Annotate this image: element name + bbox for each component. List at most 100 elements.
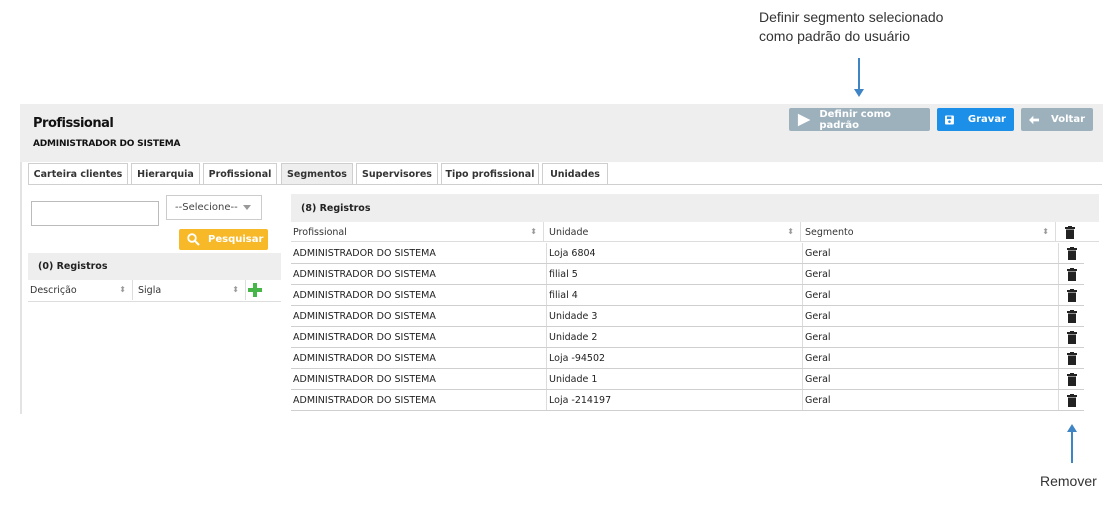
cell-unidade: filial 4	[547, 285, 803, 305]
save-label: Gravar	[967, 114, 1006, 125]
cell-profissional: ADMINISTRADOR DO SISTEMA	[291, 306, 547, 326]
cell-text: Loja 6804	[549, 247, 596, 259]
cell-text: Geral	[805, 352, 831, 364]
right-table-header: Profissional ⬍ Unidade ⬍ Segmento ⬍	[291, 222, 1099, 242]
remove-all-button[interactable]	[1058, 222, 1082, 242]
filter-select[interactable]: --Selecione--	[166, 195, 262, 220]
add-button[interactable]	[248, 283, 262, 297]
callout-remove-text: Remover	[1040, 473, 1097, 489]
cell-segmento: Geral	[803, 390, 1059, 410]
remove-row-button[interactable]	[1059, 285, 1084, 305]
sort-icon: ⬍	[530, 227, 537, 236]
trash-icon	[1066, 393, 1077, 407]
cell-unidade: Unidade 2	[547, 327, 803, 347]
cell-text: Geral	[805, 331, 831, 343]
remove-row-button[interactable]	[1059, 243, 1084, 263]
cell-text: Geral	[805, 310, 831, 322]
tab-label: Profissional	[208, 169, 272, 180]
cell-unidade: Loja -94502	[547, 348, 803, 368]
cell-text: Loja -214197	[549, 394, 612, 406]
column-header-descricao[interactable]: Descrição ⬍	[28, 280, 133, 300]
callout-arrow-down-head	[854, 89, 864, 97]
back-button[interactable]: Voltar	[1021, 108, 1093, 131]
callout-line-1: Definir segmento selecionado	[759, 9, 944, 25]
table-row[interactable]: ADMINISTRADOR DO SISTEMA filial 5 Geral	[291, 264, 1084, 285]
trash-icon	[1066, 267, 1077, 281]
tab-segmentos[interactable]: Segmentos	[281, 163, 353, 185]
table-row[interactable]: ADMINISTRADOR DO SISTEMA Loja -94502 Geral	[291, 348, 1084, 369]
tab-hierarquia[interactable]: Hierarquia	[131, 163, 200, 185]
cell-text: filial 5	[549, 268, 578, 280]
tab-divider	[28, 184, 1102, 185]
remove-row-button[interactable]	[1059, 264, 1084, 284]
tab-carteira-clientes[interactable]: Carteira clientes	[28, 163, 128, 185]
cell-text: Geral	[805, 247, 831, 259]
save-button[interactable]: Gravar	[937, 108, 1014, 131]
floppy-disk-icon	[945, 115, 954, 124]
cell-profissional: ADMINISTRADOR DO SISTEMA	[291, 390, 547, 410]
cell-text: Unidade 2	[549, 331, 598, 343]
cell-unidade: Loja 6804	[547, 243, 803, 263]
column-header-unidade[interactable]: Unidade ⬍	[547, 222, 801, 242]
arrow-left-icon	[1029, 115, 1040, 124]
sort-icon: ⬍	[232, 285, 239, 294]
callout-set-default-text: Definir segmento selecionado como padrão…	[759, 8, 943, 46]
cell-text: Loja -94502	[549, 352, 606, 364]
cell-text: Geral	[805, 289, 831, 301]
remove-row-button[interactable]	[1059, 327, 1084, 347]
back-label: Voltar	[1051, 114, 1085, 125]
cell-text: ADMINISTRADOR DO SISTEMA	[293, 289, 436, 301]
cell-text: ADMINISTRADOR DO SISTEMA	[293, 352, 436, 364]
cell-text: Unidade 3	[549, 310, 598, 322]
column-header-segmento[interactable]: Segmento ⬍	[803, 222, 1056, 242]
column-label: Unidade	[549, 226, 589, 238]
search-button[interactable]: Pesquisar	[179, 229, 268, 250]
right-records-bar: (8) Registros	[291, 194, 1099, 222]
tab-supervisores[interactable]: Supervisores	[356, 163, 438, 185]
search-input[interactable]	[31, 201, 159, 226]
page-title: Profissional	[33, 116, 114, 131]
remove-row-button[interactable]	[1059, 306, 1084, 326]
trash-icon	[1066, 372, 1077, 386]
callout-line-2: como padrão do usuário	[759, 28, 910, 44]
trash-icon	[1066, 309, 1077, 323]
cell-text: ADMINISTRADOR DO SISTEMA	[293, 373, 436, 385]
page-subtitle: ADMINISTRADOR DO SISTEMA	[33, 139, 181, 149]
cell-profissional: ADMINISTRADOR DO SISTEMA	[291, 348, 547, 368]
tab-unidades[interactable]: Unidades	[542, 163, 608, 185]
table-row[interactable]: ADMINISTRADOR DO SISTEMA filial 4 Geral	[291, 285, 1084, 306]
cell-text: Geral	[805, 394, 831, 406]
tab-label: Supervisores	[362, 169, 432, 180]
trash-icon	[1065, 225, 1075, 239]
table-row[interactable]: ADMINISTRADOR DO SISTEMA Unidade 1 Geral	[291, 369, 1084, 390]
cell-segmento: Geral	[803, 327, 1059, 347]
cell-text: ADMINISTRADOR DO SISTEMA	[293, 310, 436, 322]
callout-arrow-down	[858, 58, 860, 90]
tab-tipo-profissional[interactable]: Tipo profissional	[441, 163, 539, 185]
table-row[interactable]: ADMINISTRADOR DO SISTEMA Loja -214197 Gera…	[291, 390, 1084, 411]
column-header-profissional[interactable]: Profissional ⬍	[291, 222, 544, 242]
column-label: Segmento	[805, 226, 854, 238]
remove-row-button[interactable]	[1059, 390, 1084, 410]
left-table-header: Descrição ⬍ Sigla ⬍	[28, 280, 281, 302]
tab-label: Tipo profissional	[445, 169, 535, 180]
remove-row-button[interactable]	[1059, 348, 1084, 368]
cell-text: Geral	[805, 373, 831, 385]
table-row[interactable]: ADMINISTRADOR DO SISTEMA Loja 6804 Geral	[291, 243, 1084, 264]
remove-row-button[interactable]	[1059, 369, 1084, 389]
cell-segmento: Geral	[803, 264, 1059, 284]
trash-icon	[1066, 288, 1077, 302]
set-default-button[interactable]: Definir como padrão	[789, 108, 930, 131]
table-row[interactable]: ADMINISTRADOR DO SISTEMA Unidade 2 Geral	[291, 327, 1084, 348]
cell-text: ADMINISTRADOR DO SISTEMA	[293, 247, 436, 259]
table-row[interactable]: ADMINISTRADOR DO SISTEMA Unidade 3 Geral	[291, 306, 1084, 327]
tab-label: Hierarquia	[137, 169, 194, 180]
left-records-count: (0) Registros	[38, 261, 108, 272]
column-header-sigla[interactable]: Sigla ⬍	[136, 280, 246, 300]
column-label: Descrição	[30, 284, 77, 296]
cell-profissional: ADMINISTRADOR DO SISTEMA	[291, 243, 547, 263]
tab-profissional[interactable]: Profissional	[203, 163, 277, 185]
cell-text: ADMINISTRADOR DO SISTEMA	[293, 394, 436, 406]
cell-segmento: Geral	[803, 285, 1059, 305]
sort-icon: ⬍	[1042, 227, 1049, 236]
